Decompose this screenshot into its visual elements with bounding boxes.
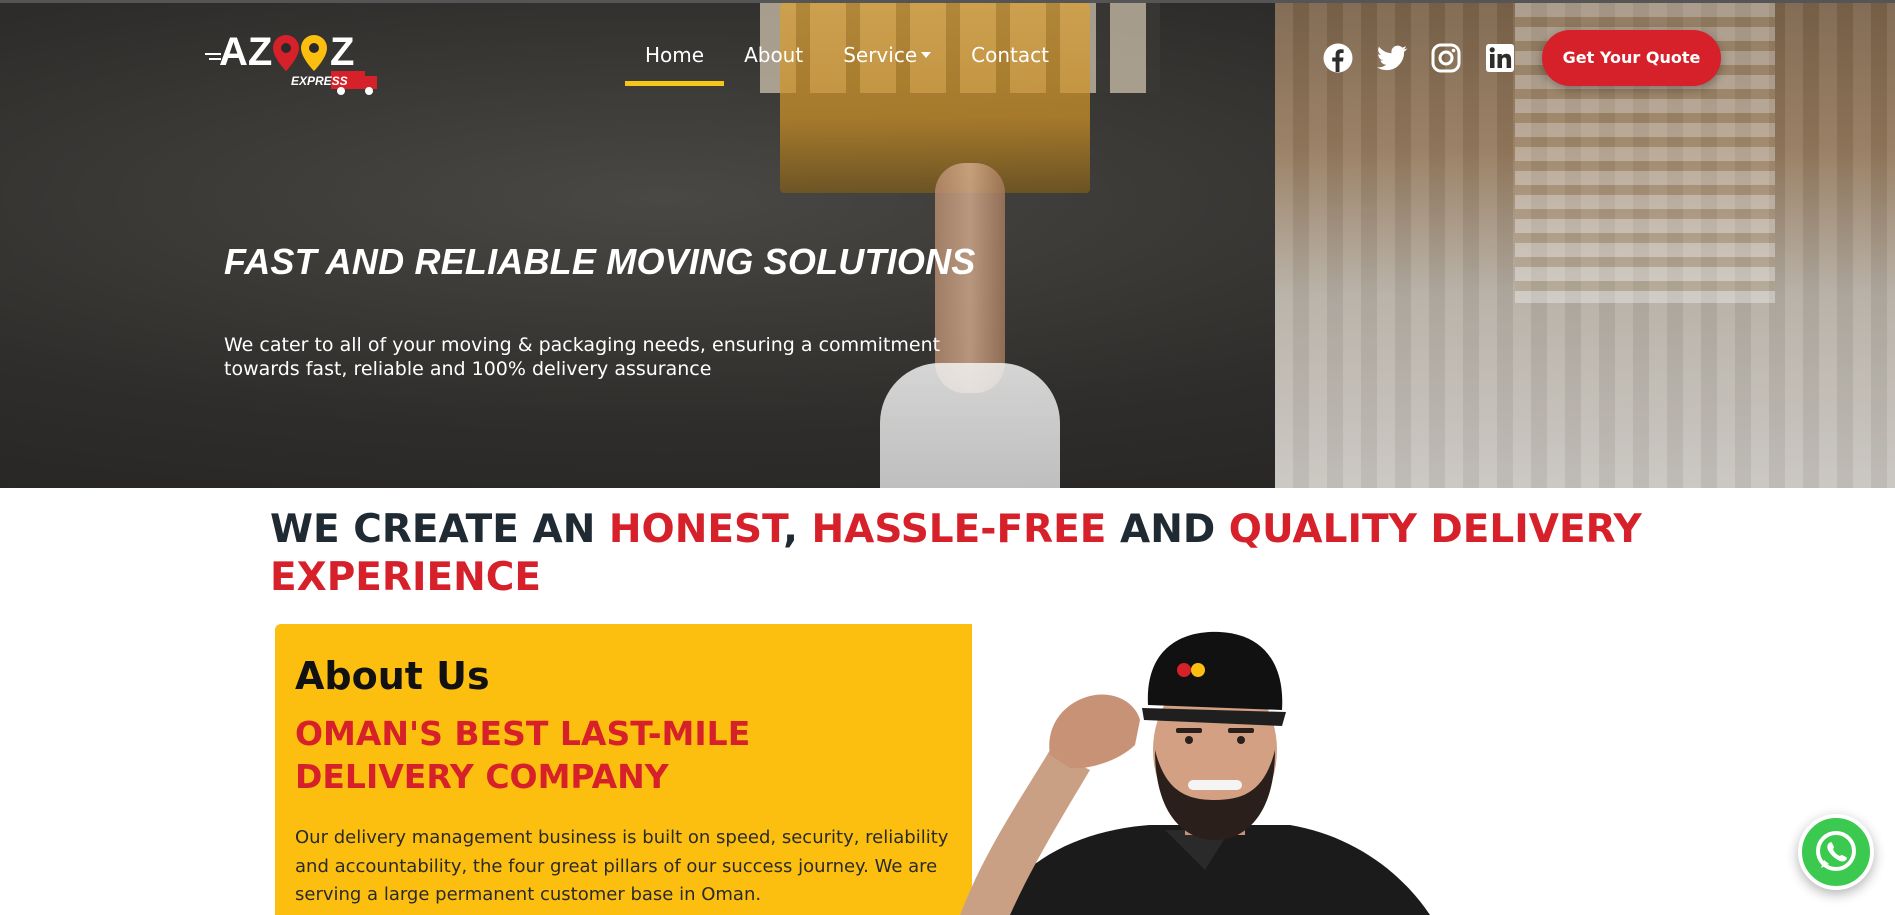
pin-icon xyxy=(273,35,299,71)
headline-part: AND xyxy=(1106,507,1229,552)
whatsapp-icon[interactable] xyxy=(1798,814,1874,890)
nav-service-label: Service xyxy=(843,43,918,67)
hero-subtitle: We cater to all of your moving & packagi… xyxy=(224,334,941,380)
nav-service[interactable]: Service xyxy=(823,41,951,87)
logo-tagline: EXPRESS xyxy=(291,74,348,88)
main-nav: Home About Service Contact xyxy=(625,41,1069,87)
logo[interactable]: AZ Z EXPRESS xyxy=(203,25,383,97)
about-title: About Us xyxy=(295,654,490,698)
nav-about-label: About xyxy=(744,43,804,67)
delivery-man-image xyxy=(930,630,1450,915)
headline-part: , xyxy=(783,507,812,552)
nav-home-label: Home xyxy=(645,43,705,67)
hero-banner: AZ Z EXPRESS Home About Service Contact xyxy=(0,0,1895,488)
hero-title: FAST AND RELIABLE MOVING SOLUTIONS xyxy=(224,241,976,282)
headline-highlight-honest: HONEST xyxy=(608,507,784,552)
twitter-icon[interactable] xyxy=(1376,43,1408,73)
about-text: Our delivery management business is buil… xyxy=(295,827,949,905)
about-card: About Us OMAN'S BEST LAST-MILE DELIVERY … xyxy=(275,624,972,915)
hero-worker-shirt xyxy=(880,363,1060,488)
headline-part: WE CREATE AN xyxy=(270,507,609,552)
headline-highlight-hassle-free: HASSLE-FREE xyxy=(811,507,1107,552)
instagram-icon[interactable] xyxy=(1431,43,1461,73)
pin-icon xyxy=(301,35,327,71)
nav-about[interactable]: About xyxy=(724,41,823,87)
hero-pallet-jack xyxy=(780,3,1090,193)
logo-letters-az: AZ xyxy=(219,30,272,74)
nav-contact[interactable]: Contact xyxy=(951,41,1069,87)
get-quote-button[interactable]: Get Your Quote xyxy=(1542,30,1721,86)
nav-contact-label: Contact xyxy=(971,43,1049,67)
linkedin-icon[interactable] xyxy=(1485,43,1515,73)
about-subtitle: OMAN'S BEST LAST-MILE DELIVERY COMPANY xyxy=(295,714,751,796)
logo-letter-z: Z xyxy=(330,30,354,74)
facebook-icon[interactable] xyxy=(1323,43,1353,73)
section-headline: WE CREATE AN HONEST, HASSLE-FREE AND QUA… xyxy=(270,506,1670,602)
nav-home[interactable]: Home xyxy=(625,41,725,87)
caret-down-icon xyxy=(921,51,932,58)
